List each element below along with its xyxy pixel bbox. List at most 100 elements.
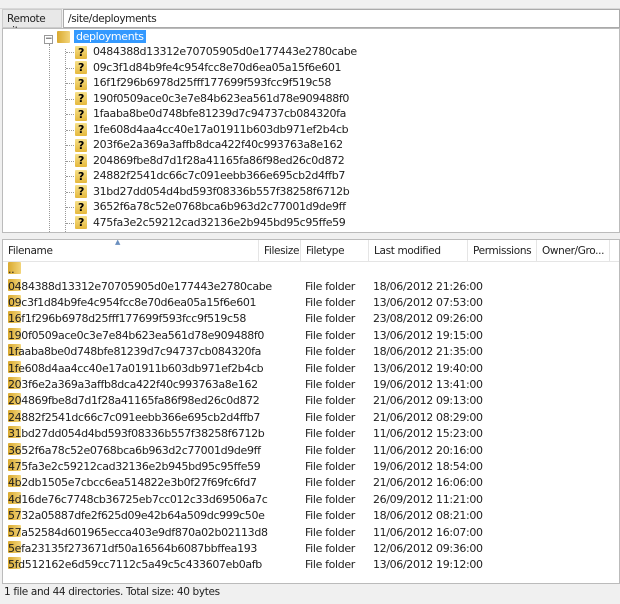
last-modified: 23/08/2012 09:26:00 bbox=[373, 312, 483, 326]
list-row[interactable]: 203f6e2a369a3affb8dca422f40c993763a8e162… bbox=[3, 376, 619, 393]
filetype: File folder bbox=[305, 525, 355, 539]
tree-node-child[interactable]: ? 203f6e2a369a3affb8dca422f40c993763a8e16… bbox=[75, 137, 343, 152]
tree-node-child[interactable]: ? 1faaba8be0d748bfe81239d7c94737cb084320f… bbox=[75, 106, 346, 121]
last-modified: 26/09/2012 11:21:00 bbox=[373, 492, 483, 506]
column-filename[interactable]: Filename bbox=[3, 240, 259, 262]
filetype: File folder bbox=[305, 361, 355, 375]
list-row[interactable]: 16f1f296b6978d25fff177699f593fcc9f519c58… bbox=[3, 311, 619, 327]
sort-ascending-icon: ▲ bbox=[115, 239, 121, 246]
last-modified: 12/06/2012 09:36:00 bbox=[373, 541, 483, 555]
column-last-modified[interactable]: Last modified bbox=[369, 240, 468, 262]
filename: 1faaba8be0d748bfe81239d7c94737cb084320fa bbox=[8, 345, 262, 359]
list-row[interactable]: 190f0509ace0c3e7e84b623ea561d78e909488f0… bbox=[3, 327, 619, 344]
collapse-icon[interactable]: − bbox=[44, 35, 53, 44]
last-modified: 18/06/2012 21:35:00 bbox=[373, 345, 483, 359]
unknown-folder-icon: ? bbox=[75, 76, 87, 90]
tree-node-child[interactable]: ? 0484388d13312e70705905d0e177443e2780cab… bbox=[75, 44, 357, 59]
unknown-folder-icon: ? bbox=[75, 123, 87, 136]
filetype: File folder bbox=[305, 279, 355, 293]
tree-node-child[interactable]: ? 475fa3e2c59212cad32136e2b945bd95c95ffe5… bbox=[75, 215, 346, 230]
filetype: File folder bbox=[305, 492, 355, 506]
list-row[interactable]: 475fa3e2c59212cad32136e2b945bd95c95ffe59… bbox=[3, 458, 619, 475]
list-header: Filename Filesize Filetype Last modified… bbox=[3, 240, 619, 262]
list-row-parent[interactable]: .. bbox=[3, 262, 619, 278]
tree-node-child[interactable]: ? 31bd27dd054d4bd593f08336b557f38258f6712… bbox=[75, 184, 350, 199]
filename: 31bd27dd054d4bd593f08336b557f38258f6712b bbox=[8, 427, 265, 441]
filename: 57a52584d601965ecca403e9df870a02b02113d8 bbox=[8, 525, 268, 539]
last-modified: 13/06/2012 07:53:00 bbox=[373, 295, 483, 309]
list-row[interactable]: 1faaba8be0d748bfe81239d7c94737cb084320fa… bbox=[3, 344, 619, 360]
list-row[interactable]: 4b2db1505e7cbcc6ea514822e3b0f27f69fc6fd7… bbox=[3, 475, 619, 491]
filename: 16f1f296b6978d25fff177699f593fcc9f519c58 bbox=[8, 312, 247, 326]
filetype: File folder bbox=[305, 443, 355, 457]
filetype: File folder bbox=[305, 410, 355, 424]
filetype: File folder bbox=[305, 509, 355, 523]
list-row[interactable]: 09c3f1d84b9fe4c954fcc8e70d6ea05a15f6e601… bbox=[3, 294, 619, 311]
unknown-folder-icon: ? bbox=[75, 154, 87, 167]
unknown-folder-icon: ? bbox=[75, 200, 87, 214]
status-bar: 1 file and 44 directories. Total size: 4… bbox=[4, 586, 220, 598]
last-modified: 13/06/2012 19:40:00 bbox=[373, 361, 483, 375]
list-row[interactable]: 5732a05887dfe2f625d09e42b64a509dc999c50e… bbox=[3, 508, 619, 524]
last-modified: 11/06/2012 16:07:00 bbox=[373, 525, 483, 539]
remote-file-list[interactable]: Filename Filesize Filetype Last modified… bbox=[2, 239, 620, 584]
filename: 5fd512162e6d59cc7112c5a49c5c433607eb0afb bbox=[8, 558, 262, 572]
column-owner-group[interactable]: Owner/Gro... bbox=[537, 240, 610, 262]
last-modified: 13/06/2012 19:12:00 bbox=[373, 558, 483, 572]
filetype: File folder bbox=[305, 295, 355, 309]
unknown-folder-icon: ? bbox=[75, 61, 87, 74]
list-row[interactable]: 31bd27dd054d4bd593f08336b557f38258f6712b… bbox=[3, 426, 619, 442]
last-modified: 21/06/2012 16:06:00 bbox=[373, 476, 483, 490]
filename: 4d16de76c7748cb36725eb7cc012c33d69506a7c bbox=[8, 492, 268, 506]
list-row[interactable]: 3652f6a78c52e0768bca6b963d2c77001d9de9ff… bbox=[3, 442, 619, 459]
tree-node-child[interactable]: ? 190f0509ace0c3e7e84b623ea561d78e909488f… bbox=[75, 91, 349, 106]
filename: 190f0509ace0c3e7e84b623ea561d78e909488f0 bbox=[8, 328, 265, 342]
folder-open-icon bbox=[57, 31, 70, 43]
last-modified: 21/06/2012 09:13:00 bbox=[373, 394, 483, 408]
filetype: File folder bbox=[305, 558, 355, 572]
tree-node-child[interactable]: ? 09c3f1d84b9fe4c954fcc8e70d6ea05a15f6e60… bbox=[75, 60, 342, 75]
filename: 5efa23135f273671df50a16564b6087bbffea193 bbox=[8, 541, 258, 555]
tree-node-child[interactable]: ? 1fe608d4aa4cc40e17a01911b603db971ef2b4c… bbox=[75, 122, 349, 137]
remote-site-label: Remote site: bbox=[2, 9, 62, 37]
list-row[interactable]: 24882f2541dc66c7c091eebb366e695cb2d4ffb7… bbox=[3, 409, 619, 426]
unknown-folder-icon: ? bbox=[75, 169, 87, 183]
list-row[interactable]: 204869fbe8d7d1f28a41165fa86f98ed26c0d872… bbox=[3, 393, 619, 409]
tree-node-child[interactable]: ? 16f1f296b6978d25fff177699f593fcc9f519c5… bbox=[75, 75, 331, 90]
list-row[interactable]: 4d16de76c7748cb36725eb7cc012c33d69506a7c… bbox=[3, 491, 619, 508]
last-modified: 11/06/2012 15:23:00 bbox=[373, 427, 483, 441]
column-permissions[interactable]: Permissions bbox=[468, 240, 537, 262]
filetype: File folder bbox=[305, 345, 355, 359]
filetype: File folder bbox=[305, 476, 355, 490]
last-modified: 11/06/2012 20:16:00 bbox=[373, 443, 483, 457]
list-row[interactable]: 1fe608d4aa4cc40e17a01911b603db971ef2b4cb… bbox=[3, 360, 619, 377]
filename: 24882f2541dc66c7c091eebb366e695cb2d4ffb7 bbox=[8, 410, 260, 424]
column-filesize[interactable]: Filesize bbox=[259, 240, 301, 262]
filetype: File folder bbox=[305, 459, 355, 473]
last-modified: 19/06/2012 13:41:00 bbox=[373, 377, 483, 391]
list-row[interactable]: 0484388d13312e70705905d0e177443e2780cabe… bbox=[3, 278, 619, 295]
list-row[interactable]: 57a52584d601965ecca403e9df870a02b02113d8… bbox=[3, 524, 619, 541]
filetype: File folder bbox=[305, 394, 355, 408]
remote-site-path-input[interactable]: /site/deployments bbox=[63, 9, 620, 28]
filename: 203f6e2a369a3affb8dca422f40c993763a8e162 bbox=[8, 377, 258, 391]
filename: 5732a05887dfe2f625d09e42b64a509dc999c50e bbox=[8, 509, 265, 523]
filename: 4b2db1505e7cbcc6ea514822e3b0f27f69fc6fd7 bbox=[8, 476, 257, 490]
list-row[interactable]: 5fd512162e6d59cc7112c5a49c5c433607eb0afb… bbox=[3, 557, 619, 573]
tree-node-deployments[interactable]: deployments bbox=[57, 29, 146, 44]
list-row[interactable]: 5efa23135f273671df50a16564b6087bbffea193… bbox=[3, 540, 619, 557]
filetype: File folder bbox=[305, 328, 355, 342]
last-modified: 18/06/2012 08:21:00 bbox=[373, 509, 483, 523]
unknown-folder-icon: ? bbox=[75, 185, 87, 198]
tree-node-child[interactable]: ? 204869fbe8d7d1f28a41165fa86f98ed26c0d87… bbox=[75, 153, 345, 168]
unknown-folder-icon: ? bbox=[75, 45, 87, 59]
filename: 0484388d13312e70705905d0e177443e2780cabe bbox=[8, 279, 272, 293]
column-filetype[interactable]: Filetype bbox=[301, 240, 369, 262]
last-modified: 19/06/2012 18:54:00 bbox=[373, 459, 483, 473]
remote-directory-tree[interactable]: − deployments ? 0484388d13312e70705905d0e… bbox=[2, 28, 620, 233]
unknown-folder-icon: ? bbox=[75, 92, 87, 105]
filename: 09c3f1d84b9fe4c954fcc8e70d6ea05a15f6e601 bbox=[8, 295, 257, 309]
tree-node-child[interactable]: ? 3652f6a78c52e0768bca6b963d2c77001d9de9f… bbox=[75, 199, 346, 214]
filename: 1fe608d4aa4cc40e17a01911b603db971ef2b4cb bbox=[8, 361, 264, 375]
tree-node-child[interactable]: ? 24882f2541dc66c7c091eebb366e695cb2d4ffb… bbox=[75, 168, 345, 183]
